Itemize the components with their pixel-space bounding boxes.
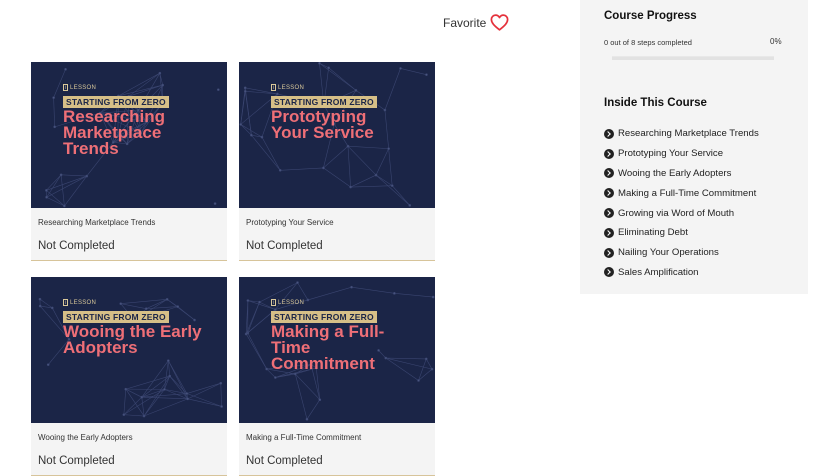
lesson-title[interactable]: Prototyping Your Service bbox=[246, 218, 334, 227]
lesson-tag: iLESSON bbox=[63, 84, 96, 91]
lesson-tag: iLESSON bbox=[63, 299, 96, 306]
info-icon: i bbox=[271, 84, 276, 91]
lesson-status: Not Completed bbox=[38, 455, 115, 467]
progress-percent: 0% bbox=[770, 37, 782, 46]
chevron-right-circle-icon bbox=[604, 129, 614, 139]
thumbnail-title: Making a Full-TimeCommitment bbox=[271, 324, 431, 372]
lesson-meta: Wooing the Early Adopters Not Completed bbox=[31, 423, 227, 476]
course-contents-list: Researching Marketplace Trends Prototypi… bbox=[604, 124, 759, 282]
course-contents-item[interactable]: Growing via Word of Mouth bbox=[604, 203, 759, 223]
thumbnail-title: Wooing the EarlyAdopters bbox=[63, 324, 223, 356]
chevron-right-circle-icon bbox=[604, 267, 614, 277]
lesson-meta: Prototyping Your Service Not Completed bbox=[239, 208, 435, 261]
favorite-button[interactable]: Favorite bbox=[443, 14, 509, 31]
lesson-tag: iLESSON bbox=[271, 299, 304, 306]
lesson-title[interactable]: Researching Marketplace Trends bbox=[38, 218, 155, 227]
lesson-status: Not Completed bbox=[38, 240, 115, 252]
thumbnail-title: PrototypingYour Service bbox=[271, 109, 431, 141]
lesson-thumbnail[interactable]: iLESSON STARTING FROM ZERO PrototypingYo… bbox=[239, 62, 435, 208]
course-contents-item[interactable]: Nailing Your Operations bbox=[604, 243, 759, 263]
course-contents-item[interactable]: Eliminating Debt bbox=[604, 223, 759, 243]
chevron-right-circle-icon bbox=[604, 149, 614, 159]
favorite-label: Favorite bbox=[443, 16, 486, 30]
course-contents-item[interactable]: Making a Full-Time Commitment bbox=[604, 183, 759, 203]
chevron-right-circle-icon bbox=[604, 188, 614, 198]
course-contents-item[interactable]: Researching Marketplace Trends bbox=[604, 124, 759, 144]
lesson-status: Not Completed bbox=[246, 240, 323, 252]
info-icon: i bbox=[271, 299, 276, 306]
lesson-thumbnail[interactable]: iLESSON STARTING FROM ZERO ResearchingMa… bbox=[31, 62, 227, 208]
lesson-card[interactable]: iLESSON STARTING FROM ZERO ResearchingMa… bbox=[31, 62, 227, 261]
lesson-title[interactable]: Wooing the Early Adopters bbox=[38, 433, 133, 442]
lesson-thumbnail[interactable]: iLESSON STARTING FROM ZERO Wooing the Ea… bbox=[31, 277, 227, 423]
heart-icon bbox=[490, 14, 509, 31]
lesson-card[interactable]: iLESSON STARTING FROM ZERO PrototypingYo… bbox=[239, 62, 435, 261]
lesson-status: Not Completed bbox=[246, 455, 323, 467]
chevron-right-circle-icon bbox=[604, 168, 614, 178]
lesson-thumbnail[interactable]: iLESSON STARTING FROM ZERO Making a Full… bbox=[239, 277, 435, 423]
progress-bar bbox=[612, 56, 774, 60]
steps-completed: 0 out of 8 steps completed bbox=[604, 38, 692, 47]
lesson-meta: Making a Full-Time Commitment Not Comple… bbox=[239, 423, 435, 476]
info-icon: i bbox=[63, 84, 68, 91]
lesson-meta: Researching Marketplace Trends Not Compl… bbox=[31, 208, 227, 261]
info-icon: i bbox=[63, 299, 68, 306]
lesson-tag: iLESSON bbox=[271, 84, 304, 91]
chevron-right-circle-icon bbox=[604, 208, 614, 218]
progress-heading: Course Progress bbox=[604, 10, 697, 22]
course-sidebar: Course Progress 0 out of 8 steps complet… bbox=[580, 0, 808, 294]
course-contents-item[interactable]: Wooing the Early Adopters bbox=[604, 164, 759, 184]
lesson-title[interactable]: Making a Full-Time Commitment bbox=[246, 433, 361, 442]
lesson-card[interactable]: iLESSON STARTING FROM ZERO Making a Full… bbox=[239, 277, 435, 476]
lesson-card[interactable]: iLESSON STARTING FROM ZERO Wooing the Ea… bbox=[31, 277, 227, 476]
course-contents-item[interactable]: Prototyping Your Service bbox=[604, 144, 759, 164]
inside-course-heading: Inside This Course bbox=[604, 97, 707, 109]
course-contents-item[interactable]: Sales Amplification bbox=[604, 263, 759, 283]
thumbnail-title: ResearchingMarketplaceTrends bbox=[63, 109, 223, 157]
chevron-right-circle-icon bbox=[604, 228, 614, 238]
chevron-right-circle-icon bbox=[604, 248, 614, 258]
